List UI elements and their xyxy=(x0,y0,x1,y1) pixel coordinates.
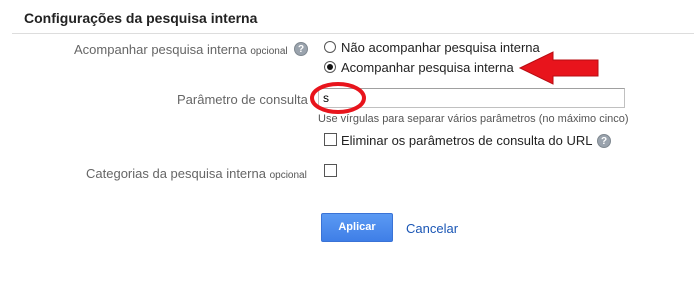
strip-params-label: Eliminar os parâmetros de consulta do UR… xyxy=(341,133,593,148)
tracking-help-icon[interactable]: ? xyxy=(294,42,308,56)
categories-checkbox[interactable] xyxy=(324,164,337,177)
section-title: Configurações da pesquisa interna xyxy=(24,10,258,26)
strip-params-checkbox[interactable] xyxy=(324,133,337,146)
radio-track[interactable] xyxy=(324,61,336,73)
cancel-link[interactable]: Cancelar xyxy=(406,221,458,236)
annotation-arrow xyxy=(518,51,599,85)
radio-no-tracking[interactable] xyxy=(324,41,336,53)
tracking-label-group: Acompanhar pesquisa interna opcional xyxy=(74,42,288,57)
query-param-hint: Use vírgulas para separar vários parâmet… xyxy=(318,113,629,125)
strip-params-help-icon[interactable]: ? xyxy=(597,134,611,148)
categories-optional: opcional xyxy=(269,170,307,181)
radio-track-label: Acompanhar pesquisa interna xyxy=(341,60,514,75)
tracking-label: Acompanhar pesquisa interna xyxy=(74,42,247,57)
categories-label: Categorias da pesquisa interna xyxy=(86,166,266,181)
categories-label-group: Categorias da pesquisa interna opcional xyxy=(86,166,307,181)
query-param-label: Parâmetro de consulta xyxy=(177,92,308,107)
radio-no-tracking-label: Não acompanhar pesquisa interna xyxy=(341,40,540,55)
apply-button[interactable]: Aplicar xyxy=(321,213,393,242)
tracking-optional: opcional xyxy=(250,46,288,57)
query-param-input[interactable] xyxy=(318,88,625,108)
section-divider xyxy=(12,33,694,34)
